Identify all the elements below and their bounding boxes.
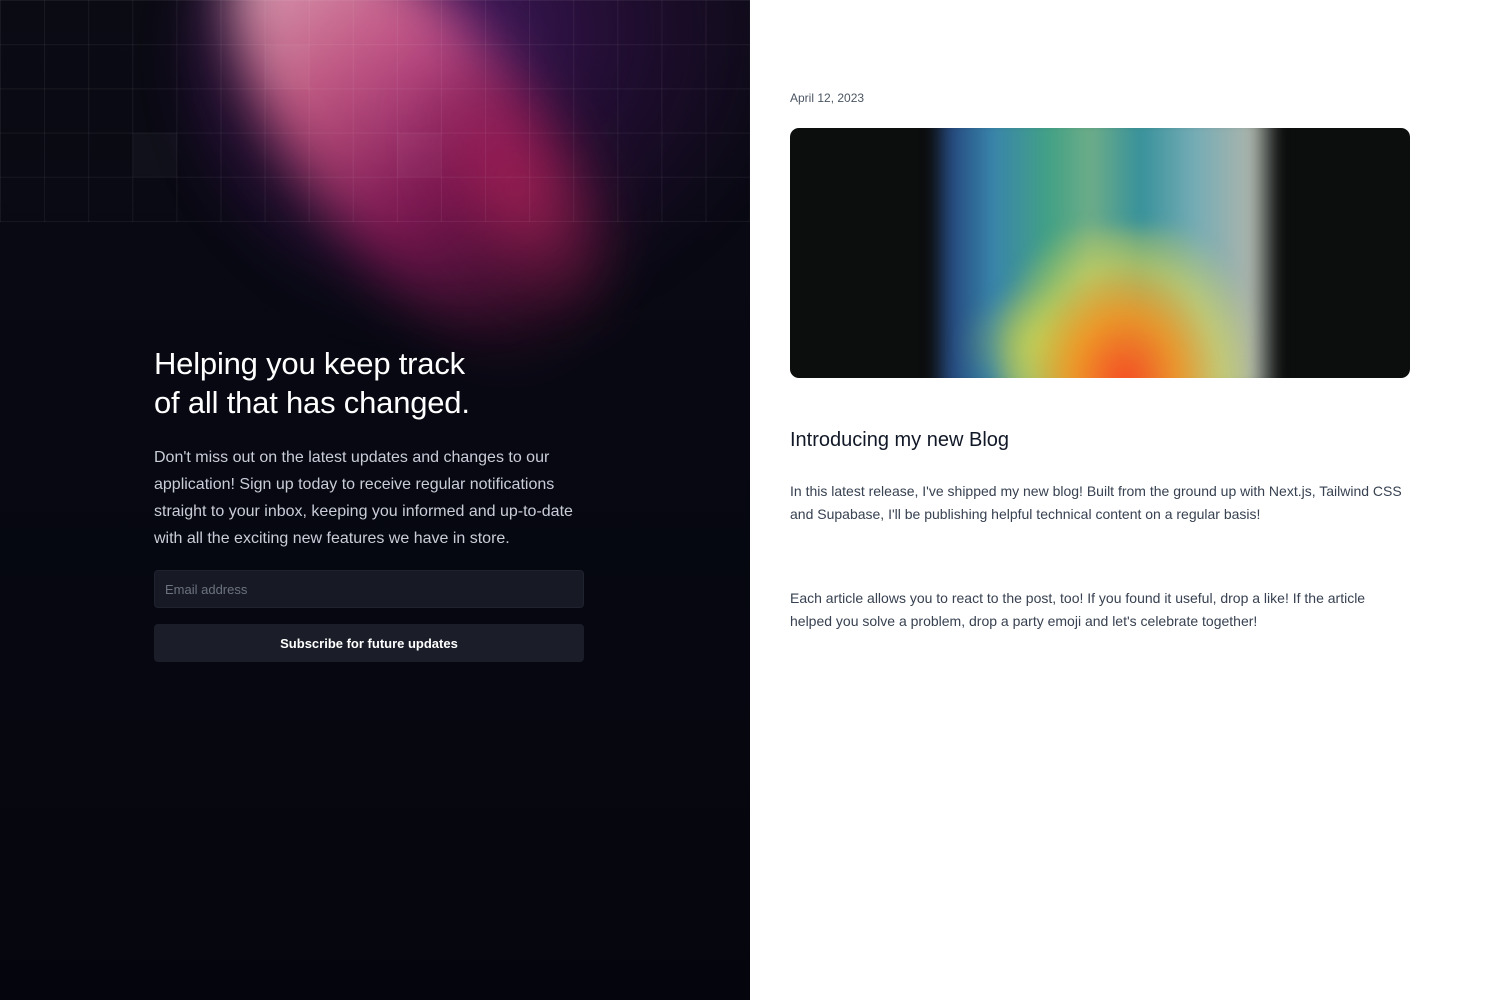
signup-description: Don't miss out on the latest updates and…	[154, 449, 573, 547]
signup-hero: Helping you keep track of all that has c…	[154, 344, 584, 662]
blog-post-panel: April 12, 2023 Introducing my new Blog I…	[750, 0, 1500, 1000]
signup-panel: Helping you keep track of all that has c…	[0, 0, 750, 1000]
signup-heading-line-1: Helping you keep track	[154, 346, 465, 381]
email-input[interactable]	[154, 570, 584, 608]
background-grid	[0, 0, 750, 222]
post-paragraph: Each article allows you to react to the …	[790, 590, 1366, 629]
background-grid-cell	[265, 45, 309, 89]
signup-heading: Helping you keep track of all that has c…	[154, 344, 584, 422]
cover-image-spectrum-warm	[1000, 228, 1250, 378]
background-grid-cell	[397, 133, 441, 177]
post-cover-image	[790, 128, 1410, 378]
background-grid-cell	[133, 133, 177, 177]
subscribe-button[interactable]: Subscribe for future updates	[154, 624, 584, 662]
post-paragraph: In this latest release, I've shipped my …	[790, 483, 1402, 522]
post-date: April 12, 2023	[790, 91, 865, 105]
post-title: Introducing my new Blog	[790, 429, 1010, 451]
signup-heading-line-2: of all that has changed.	[154, 385, 470, 420]
